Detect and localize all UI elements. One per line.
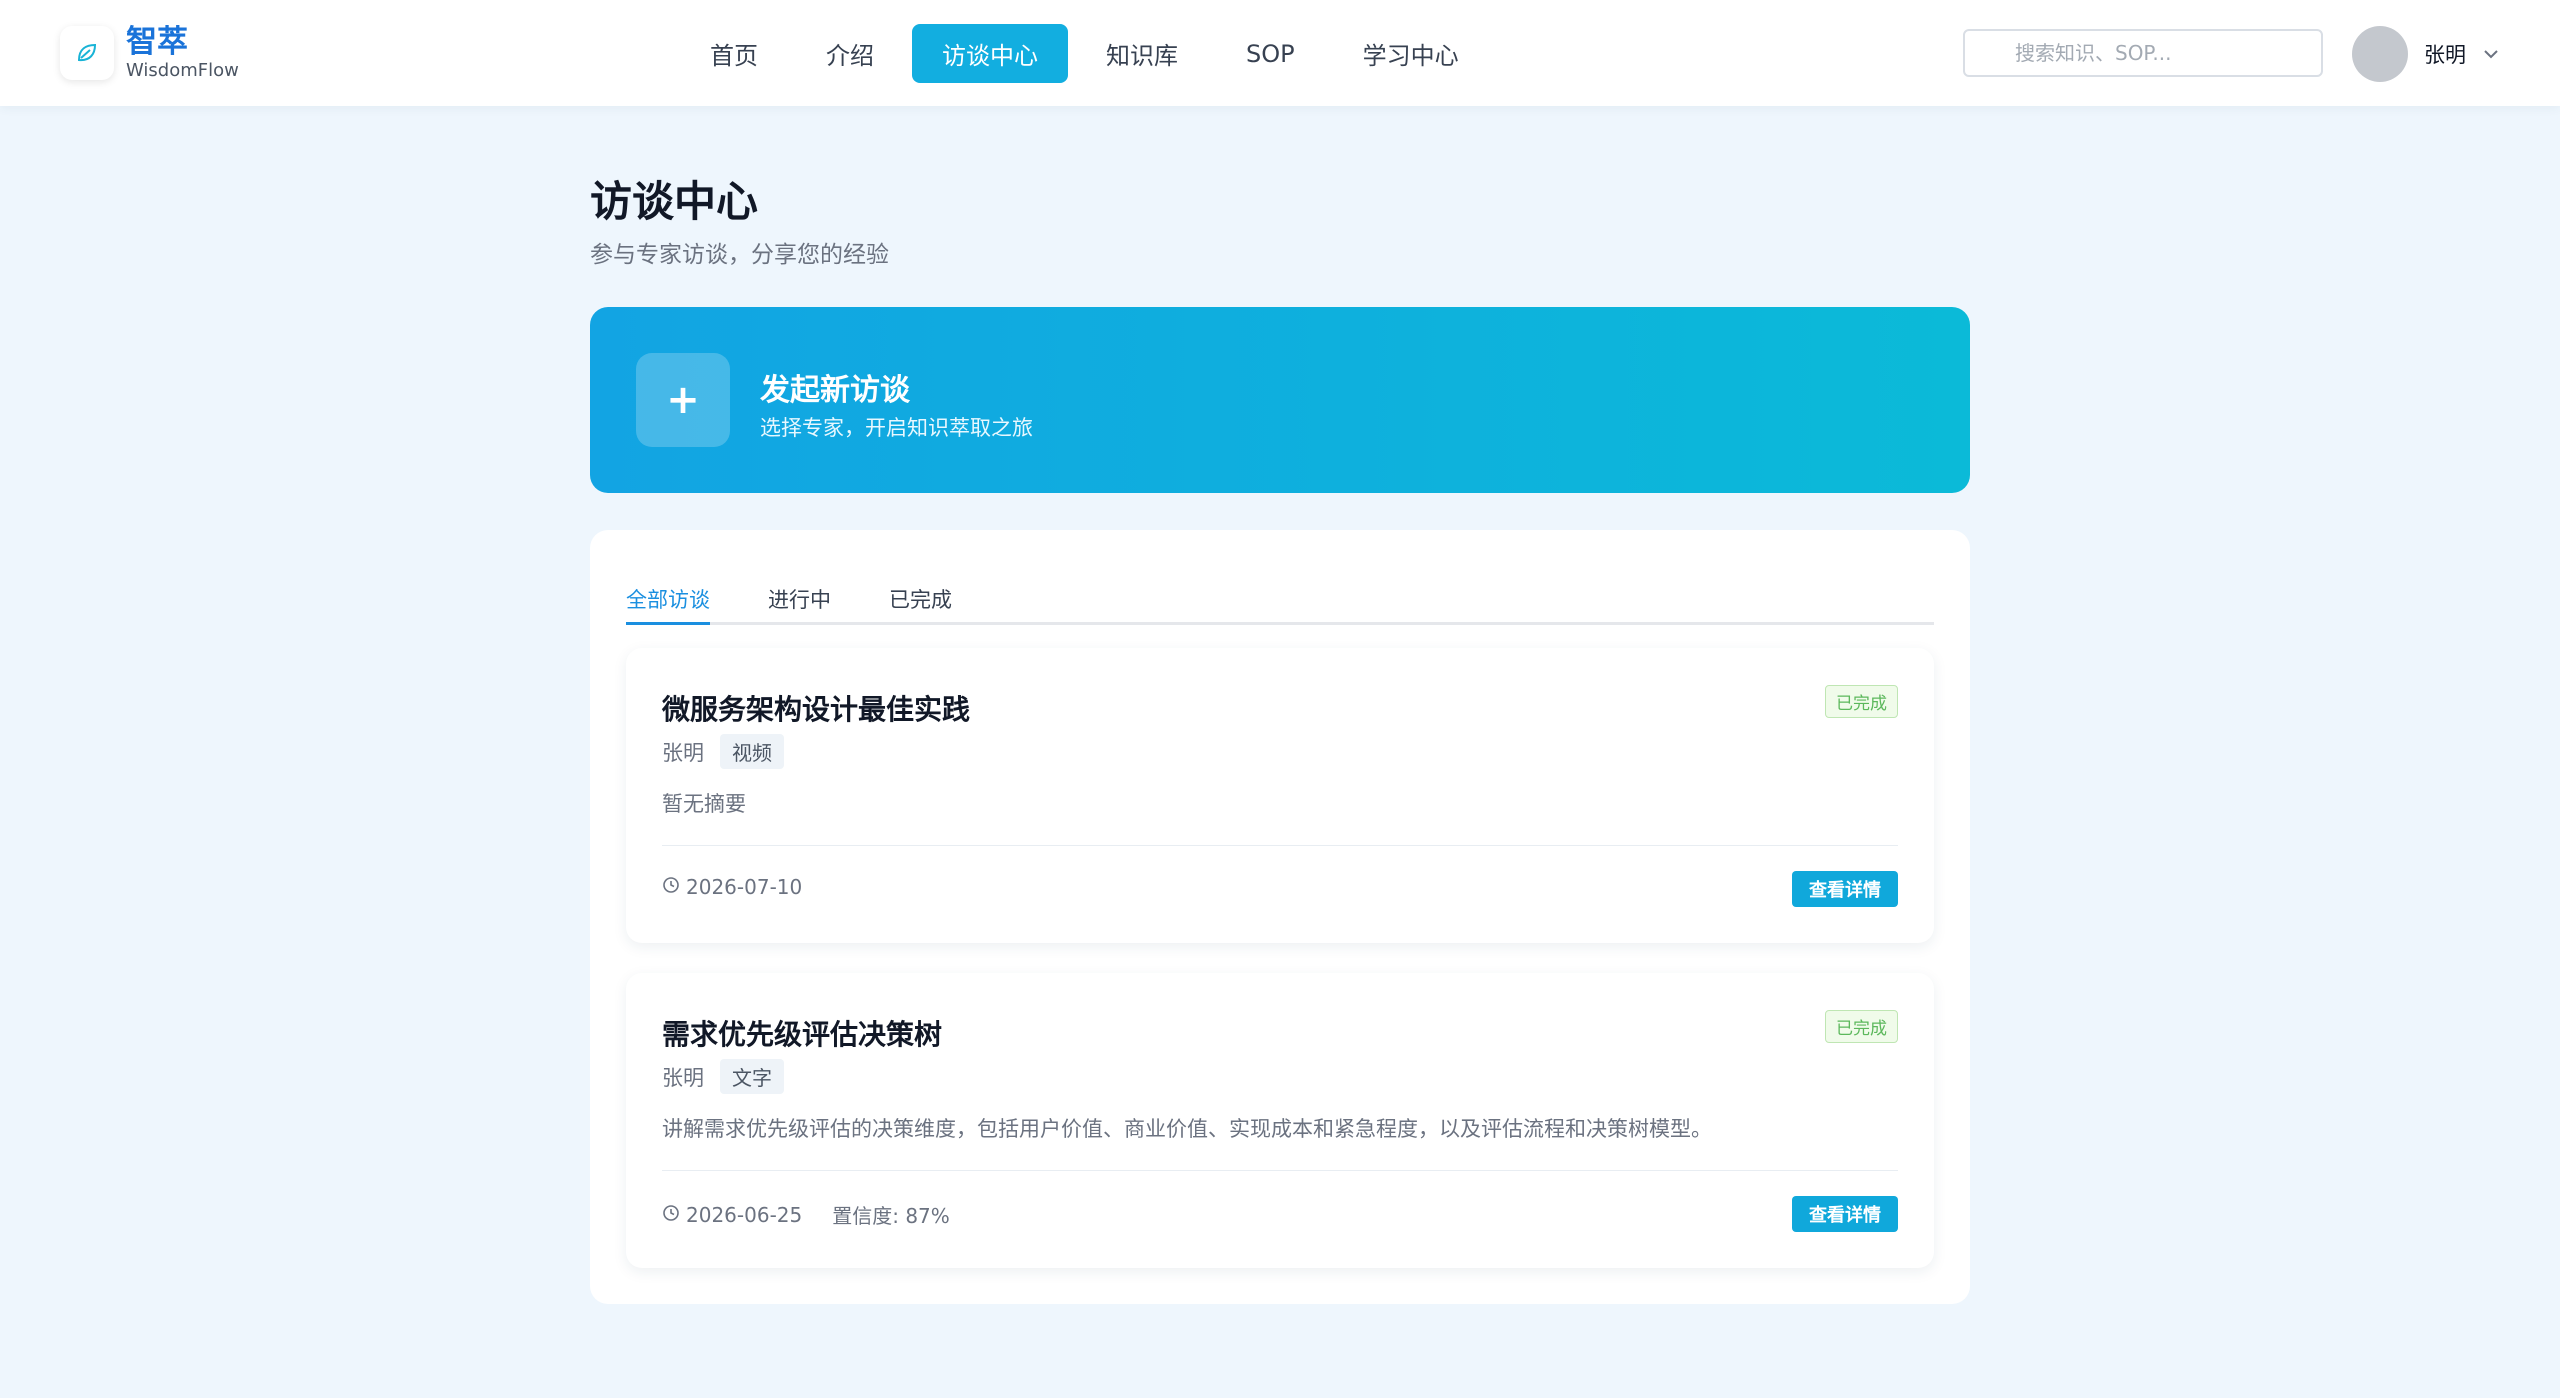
nav-intro[interactable]: 介绍: [796, 24, 904, 83]
main-nav: 首页 介绍 访谈中心 知识库 SOP 学习中心: [680, 24, 1497, 83]
status-badge: 已完成: [1825, 1010, 1898, 1043]
chevron-down-icon: [2482, 45, 2500, 64]
interview-summary: 讲解需求优先级评估的决策维度，包括用户价值、商业价值、实现成本和紧急程度，以及评…: [662, 1117, 1712, 1141]
interview-card[interactable]: 微服务架构设计最佳实践 已完成 张明 视频 暂无摘要 2026-07-10 查看…: [626, 648, 1934, 943]
top-navbar: 智萃 WisdomFlow 首页 介绍 访谈中心 知识库 SOP 学习中心 张明: [0, 0, 2560, 106]
nav-interview-center[interactable]: 访谈中心: [912, 24, 1068, 83]
tab-all-interviews[interactable]: 全部访谈: [626, 578, 710, 625]
page-subtitle: 参与专家访谈，分享您的经验: [590, 242, 889, 268]
tab-completed[interactable]: 已完成: [889, 578, 952, 625]
interview-date: 2026-06-25: [686, 1202, 803, 1227]
new-interview-banner[interactable]: + 发起新访谈 选择专家，开启知识萃取之旅: [590, 307, 1970, 493]
card-divider: [662, 1170, 1898, 1171]
clock-icon: [662, 875, 680, 899]
avatar: [2352, 26, 2408, 82]
interview-type-tag: 视频: [720, 734, 784, 769]
interview-tabs: 全部访谈 进行中 已完成: [626, 578, 1934, 625]
interview-summary: 暂无摘要: [662, 792, 746, 816]
nav-home[interactable]: 首页: [680, 24, 788, 83]
status-badge: 已完成: [1825, 685, 1898, 718]
interview-title: 微服务架构设计最佳实践: [662, 693, 971, 726]
interview-type-tag: 文字: [720, 1059, 784, 1094]
leaf-logo-icon: [60, 26, 114, 80]
brand[interactable]: 智萃 WisdomFlow: [60, 24, 239, 82]
interview-list-panel: 全部访谈 进行中 已完成 微服务架构设计最佳实践 已完成 张明 视频 暂无摘要 …: [590, 530, 1970, 1304]
plus-icon: +: [636, 353, 730, 447]
interview-author: 张明: [662, 1065, 704, 1090]
interview-author: 张明: [662, 740, 704, 765]
user-menu[interactable]: 张明: [2352, 26, 2500, 82]
confidence-score: 置信度: 87%: [832, 1204, 950, 1228]
view-details-button[interactable]: 查看详情: [1792, 871, 1898, 907]
clock-icon: [662, 1203, 680, 1227]
view-details-button[interactable]: 查看详情: [1792, 1196, 1898, 1232]
banner-subtitle: 选择专家，开启知识萃取之旅: [760, 416, 1033, 440]
nav-knowledge-base[interactable]: 知识库: [1076, 24, 1208, 83]
interview-title: 需求优先级评估决策树: [662, 1018, 943, 1051]
search-input[interactable]: [1963, 29, 2323, 77]
interview-date: 2026-07-10: [686, 875, 803, 899]
user-name: 张明: [2424, 43, 2466, 67]
tab-in-progress[interactable]: 进行中: [768, 578, 831, 625]
brand-name: 智萃: [126, 24, 188, 60]
banner-title: 发起新访谈: [760, 373, 910, 408]
page-title: 访谈中心: [590, 177, 759, 226]
nav-sop[interactable]: SOP: [1216, 24, 1325, 83]
interview-card[interactable]: 需求优先级评估决策树 已完成 张明 文字 讲解需求优先级评估的决策维度，包括用户…: [626, 973, 1934, 1268]
brand-subtitle: WisdomFlow: [126, 60, 239, 81]
card-divider: [662, 845, 1898, 846]
nav-learning-center[interactable]: 学习中心: [1333, 24, 1489, 83]
